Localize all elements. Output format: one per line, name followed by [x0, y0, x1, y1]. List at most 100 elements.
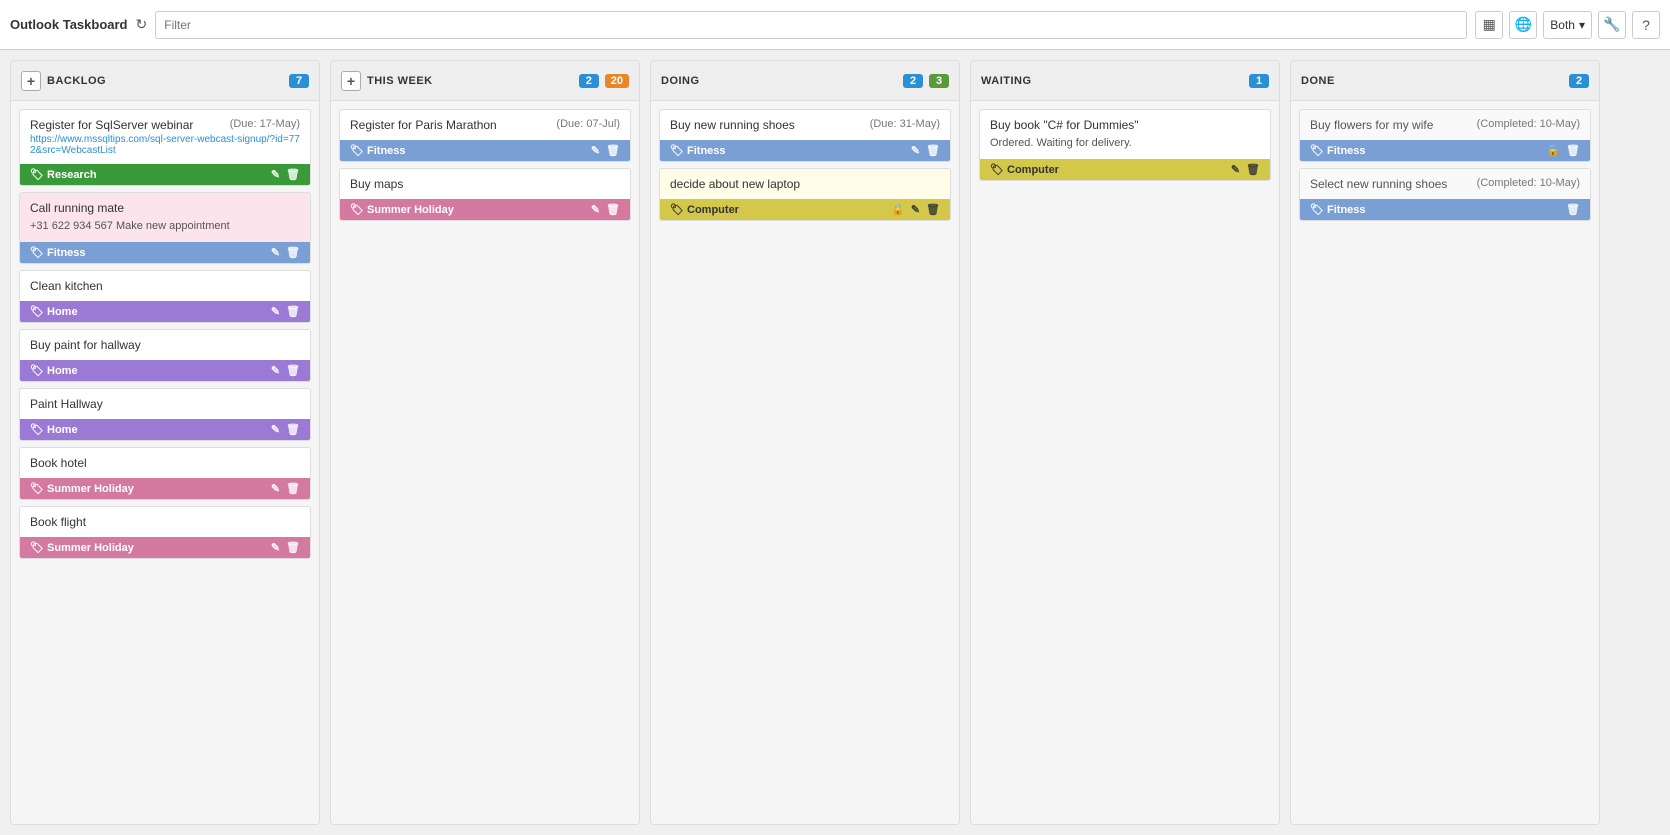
column-title-waiting: WAITING [981, 75, 1243, 87]
card-title-row-paint-hallway: Paint Hallway [30, 397, 300, 411]
column-backlog: +BACKLOG7Register for SqlServer webinar(… [10, 60, 320, 825]
card-title-row-call-running-mate: Call running mate [30, 201, 300, 215]
card-content-buy-paint-hallway: Buy paint for hallway [20, 330, 310, 360]
card-title-row-select-running-shoes: Select new running shoes(Completed: 10-M… [1310, 177, 1580, 191]
both-dropdown[interactable]: Both ▾ [1543, 11, 1592, 39]
card-tag-register-sqlserver: 🏷 Research✎🗑 [20, 164, 310, 185]
edit-icon-clean-kitchen[interactable]: ✎ [271, 305, 280, 318]
tag-actions-register-paris-marathon: ✎🗑 [591, 144, 620, 157]
card-buy-running-shoes[interactable]: Buy new running shoes(Due: 31-May)🏷 Fitn… [659, 109, 951, 162]
add-card-button-backlog[interactable]: + [21, 71, 41, 91]
tag-actions-clean-kitchen: ✎🗑 [271, 305, 300, 318]
card-buy-paint-hallway[interactable]: Buy paint for hallway🏷 Home✎🗑 [19, 329, 311, 382]
card-paint-hallway[interactable]: Paint Hallway🏷 Home✎🗑 [19, 388, 311, 441]
card-title-row-register-paris-marathon: Register for Paris Marathon(Due: 07-Jul) [350, 118, 620, 132]
edit-icon-call-running-mate[interactable]: ✎ [271, 246, 280, 259]
wrench-icon[interactable]: 🔧 [1598, 11, 1626, 39]
edit-icon-register-paris-marathon[interactable]: ✎ [591, 144, 600, 157]
help-icon[interactable]: ? [1632, 11, 1660, 39]
delete-icon-buy-maps[interactable]: 🗑 [606, 203, 620, 216]
delete-icon-select-running-shoes[interactable]: 🗑 [1566, 203, 1580, 216]
card-call-running-mate[interactable]: Call running mate +31 622 934 567 Make ne… [19, 192, 311, 264]
tag-actions-select-running-shoes: 🗑 [1566, 203, 1580, 216]
edit-icon-book-flight[interactable]: ✎ [271, 541, 280, 554]
card-content-paint-hallway: Paint Hallway [20, 389, 310, 419]
card-title-row-buy-paint-hallway: Buy paint for hallway [30, 338, 300, 352]
card-title-buy-running-shoes: Buy new running shoes [670, 118, 795, 132]
card-select-running-shoes[interactable]: Select new running shoes(Completed: 10-M… [1299, 168, 1591, 221]
tag-actions-register-sqlserver: ✎🗑 [271, 168, 300, 181]
edit-icon-buy-maps[interactable]: ✎ [591, 203, 600, 216]
card-register-sqlserver[interactable]: Register for SqlServer webinar(Due: 17-M… [19, 109, 311, 186]
card-due-register-paris-marathon: (Due: 07-Jul) [556, 118, 620, 130]
card-book-hotel[interactable]: Book hotel🏷 Summer Holiday✎🗑 [19, 447, 311, 500]
tag-actions-buy-flowers-wife: 🔒🗑 [1546, 144, 1580, 157]
tag-actions-paint-hallway: ✎🗑 [271, 423, 300, 436]
delete-icon-buy-book-csharp[interactable]: 🗑 [1246, 163, 1260, 176]
card-tag-clean-kitchen: 🏷 Home✎🗑 [20, 301, 310, 322]
column-waiting: WAITING 1 Buy book "C# for Dummies"Ordered… [970, 60, 1280, 825]
delete-icon-buy-flowers-wife[interactable]: 🗑 [1566, 144, 1580, 157]
tag-label-book-hotel: 🏷 Summer Holiday [30, 482, 134, 495]
calendar-icon[interactable]: ▦ [1475, 11, 1503, 39]
card-title-book-flight: Book flight [30, 515, 86, 529]
edit-icon-buy-paint-hallway[interactable]: ✎ [271, 364, 280, 377]
card-title-buy-paint-hallway: Buy paint for hallway [30, 338, 141, 352]
globe-icon[interactable]: 🌐 [1509, 11, 1537, 39]
column-header-done: DONE2 [1291, 61, 1599, 101]
edit-icon-buy-book-csharp[interactable]: ✎ [1231, 163, 1240, 176]
column-title-this-week: THIS WEEK [367, 75, 573, 87]
filter-input[interactable] [155, 11, 1467, 39]
topbar: Outlook Taskboard ↻ ▦ 🌐 Both ▾ 🔧 ? [0, 0, 1670, 50]
delete-icon-paint-hallway[interactable]: 🗑 [286, 423, 300, 436]
card-title-decide-laptop: decide about new laptop [670, 177, 800, 191]
delete-icon-call-running-mate[interactable]: 🗑 [286, 246, 300, 259]
card-buy-book-csharp[interactable]: Buy book "C# for Dummies"Ordered. Waitin… [979, 109, 1271, 181]
add-card-button-this-week[interactable]: + [341, 71, 361, 91]
card-buy-maps[interactable]: Buy maps🏷 Summer Holiday✎🗑 [339, 168, 631, 221]
edit-icon-book-hotel[interactable]: ✎ [271, 482, 280, 495]
edit-icon-buy-running-shoes[interactable]: ✎ [911, 144, 920, 157]
delete-icon-clean-kitchen[interactable]: 🗑 [286, 305, 300, 318]
card-tag-buy-maps: 🏷 Summer Holiday✎🗑 [340, 199, 630, 220]
card-title-row-register-sqlserver: Register for SqlServer webinar(Due: 17-M… [30, 118, 300, 132]
column-title-backlog: BACKLOG [47, 75, 283, 87]
card-tag-buy-book-csharp: 🏷 Computer✎🗑 [980, 159, 1270, 180]
card-title-clean-kitchen: Clean kitchen [30, 279, 103, 293]
delete-icon-buy-running-shoes[interactable]: 🗑 [926, 144, 940, 157]
column-title-doing: DOING [661, 75, 897, 87]
delete-icon-buy-paint-hallway[interactable]: 🗑 [286, 364, 300, 377]
tag-actions-buy-paint-hallway: ✎🗑 [271, 364, 300, 377]
delete-icon-decide-laptop[interactable]: 🗑 [926, 203, 940, 216]
edit-icon-register-sqlserver[interactable]: ✎ [271, 168, 280, 181]
card-clean-kitchen[interactable]: Clean kitchen🏷 Home✎🗑 [19, 270, 311, 323]
card-content-register-sqlserver: Register for SqlServer webinar(Due: 17-M… [20, 110, 310, 164]
lock-icon-buy-flowers-wife[interactable]: 🔒 [1546, 144, 1560, 157]
column-body-done: Buy flowers for my wife(Completed: 10-Ma… [1291, 101, 1599, 824]
card-tag-decide-laptop: 🏷 Computer🔒✎🗑 [660, 199, 950, 220]
card-book-flight[interactable]: Book flight🏷 Summer Holiday✎🗑 [19, 506, 311, 559]
lock-icon-decide-laptop[interactable]: 🔒 [891, 203, 905, 216]
delete-icon-register-paris-marathon[interactable]: 🗑 [606, 144, 620, 157]
delete-icon-book-flight[interactable]: 🗑 [286, 541, 300, 554]
refresh-button[interactable]: ↻ [136, 16, 148, 33]
card-buy-flowers-wife[interactable]: Buy flowers for my wife(Completed: 10-Ma… [1299, 109, 1591, 162]
card-decide-laptop[interactable]: decide about new laptop🏷 Computer🔒✎🗑 [659, 168, 951, 221]
card-due-register-sqlserver: (Due: 17-May) [230, 118, 300, 130]
card-title-book-hotel: Book hotel [30, 456, 87, 470]
card-register-paris-marathon[interactable]: Register for Paris Marathon(Due: 07-Jul)… [339, 109, 631, 162]
edit-icon-paint-hallway[interactable]: ✎ [271, 423, 280, 436]
badge1-done: 2 [1569, 74, 1589, 88]
card-title-row-buy-book-csharp: Buy book "C# for Dummies" [990, 118, 1260, 132]
edit-icon-decide-laptop[interactable]: ✎ [911, 203, 920, 216]
tag-label-register-paris-marathon: 🏷 Fitness [350, 144, 406, 157]
card-tag-buy-paint-hallway: 🏷 Home✎🗑 [20, 360, 310, 381]
delete-icon-book-hotel[interactable]: 🗑 [286, 482, 300, 495]
card-title-buy-maps: Buy maps [350, 177, 403, 191]
delete-icon-register-sqlserver[interactable]: 🗑 [286, 168, 300, 181]
badge1-waiting: 1 [1249, 74, 1269, 88]
card-title-select-running-shoes: Select new running shoes [1310, 177, 1447, 191]
tag-actions-book-hotel: ✎🗑 [271, 482, 300, 495]
card-subtitle-call-running-mate: +31 622 934 567 Make new appointment [30, 219, 300, 234]
tag-label-clean-kitchen: 🏷 Home [30, 305, 78, 318]
